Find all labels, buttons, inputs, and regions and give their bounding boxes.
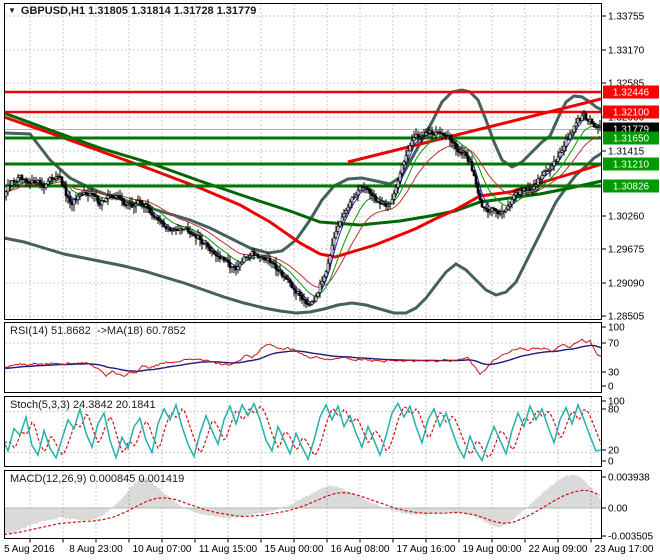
axis-label: 1.29675: [608, 245, 645, 256]
axis-label: 30: [608, 368, 620, 379]
axis-label: 80: [608, 405, 620, 416]
axis-label: 0.00: [608, 504, 628, 515]
price-level-badge-text: 1.31210: [613, 160, 650, 171]
time-axis-label: 5 Aug 2016: [4, 544, 55, 555]
macd-histogram: [5, 474, 601, 535]
price-level-badge-text: 1.31650: [613, 134, 650, 145]
rsi-panel: [5, 338, 601, 378]
price-level-badge-text: 1.30826: [613, 182, 650, 193]
axis-label: 1.30260: [608, 212, 645, 223]
time-axis-label: 23 Aug 17:00: [595, 544, 654, 555]
axis-label: 100: [608, 323, 625, 334]
mt4-chart-window[interactable]: 1.337551.331701.325851.320001.314151.302…: [0, 0, 660, 560]
price-level-badge-text: 1.32446: [613, 88, 650, 99]
axis-label: 1.29090: [608, 279, 645, 290]
panel-borders: [4, 3, 602, 539]
time-axis-label: 16 Aug 08:00: [331, 544, 390, 555]
axis-label: 70: [608, 339, 620, 350]
time-axis-label: 19 Aug 00:00: [463, 544, 522, 555]
fast-ma-red-line: [5, 135, 601, 288]
main-price-panel: [5, 88, 601, 315]
time-axis-label: 10 Aug 07:00: [133, 544, 192, 555]
macd-panel: [5, 474, 601, 536]
grid-lines: [5, 4, 601, 538]
price-level-badges: 1.324461.321001.317791.316501.312101.308…: [603, 85, 659, 193]
axis-label: 1.33755: [608, 12, 645, 23]
lower-band-line: [5, 151, 601, 315]
time-axis-label: 17 Aug 16:00: [397, 544, 456, 555]
price-level-badge-text: 1.32100: [613, 108, 650, 119]
rsi-line: [5, 338, 601, 378]
candlestick-series[interactable]: [5, 109, 601, 309]
time-axis-label: 11 Aug 15:00: [199, 544, 258, 555]
time-axis-label: 15 Aug 00:00: [265, 544, 324, 555]
axis-label: 1.28505: [608, 312, 645, 323]
macd-signal-line: [5, 489, 601, 536]
axis-label: 20: [608, 446, 620, 457]
price-chart-canvas[interactable]: 1.337551.331701.325851.320001.314151.302…: [0, 0, 660, 560]
axis-label: 0: [608, 457, 614, 468]
upper-band-line: [5, 88, 601, 255]
axis-label: 0.003938: [608, 473, 650, 484]
axis-label: -0.003505: [608, 532, 653, 543]
time-axis-label: 8 Aug 23:00: [69, 544, 123, 555]
time-axis-label: 22 Aug 09:00: [529, 544, 588, 555]
axis-label: 1.31415: [608, 147, 645, 158]
axis-label: 0: [608, 382, 614, 393]
axis-label: 1.33170: [608, 46, 645, 57]
fast-ma-green-line: [5, 125, 601, 297]
time-axis: 5 Aug 2016 8 Aug 23:00 10 Aug 07:00 11 Aug …: [4, 538, 654, 555]
